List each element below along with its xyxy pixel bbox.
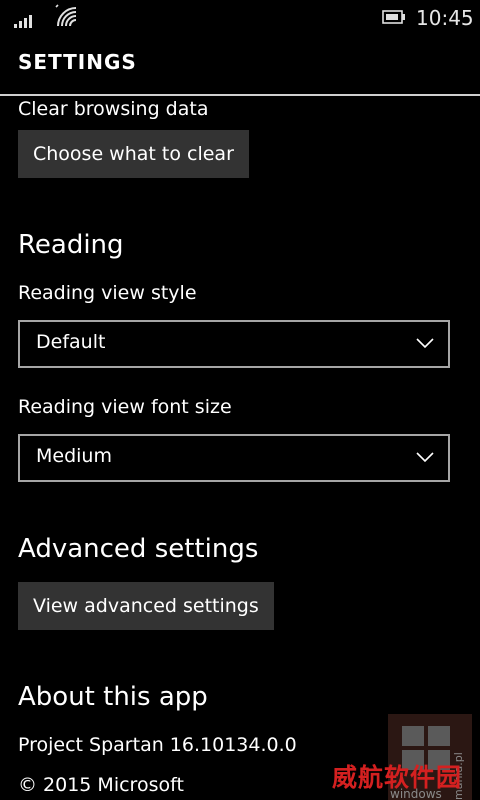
reading-view-style-value: Default [36, 331, 106, 353]
app-version-text: Project Spartan 16.10134.0.0 [18, 734, 297, 756]
choose-what-to-clear-button[interactable]: Choose what to clear [18, 130, 249, 178]
advanced-settings-heading: Advanced settings [18, 534, 259, 564]
status-time: 10:45 [416, 6, 474, 30]
clear-browsing-label: Clear browsing data [18, 98, 209, 120]
reading-view-style-label: Reading view style [18, 282, 197, 304]
battery-icon [382, 10, 405, 24]
status-bar: 10:45 [0, 0, 480, 36]
reading-view-font-size-value: Medium [36, 445, 112, 467]
reading-heading: Reading [18, 230, 124, 260]
chevron-down-icon [416, 338, 434, 349]
signal-bars-icon [14, 15, 32, 28]
watermark-chinese-text: 威航软件园 [332, 763, 463, 792]
settings-scroll-area[interactable]: Clear browsing data Choose what to clear… [0, 98, 480, 800]
chevron-down-icon [416, 452, 434, 463]
about-heading: About this app [18, 682, 208, 712]
reading-view-font-size-label: Reading view font size [18, 396, 232, 418]
wifi-icon [55, 4, 77, 27]
page-title: SETTINGS [18, 50, 137, 74]
reading-view-font-size-dropdown[interactable]: Medium [18, 434, 450, 482]
page-header: SETTINGS [0, 36, 480, 96]
copyright-text: © 2015 Microsoft [18, 774, 184, 796]
reading-view-style-dropdown[interactable]: Default [18, 320, 450, 368]
view-advanced-settings-button[interactable]: View advanced settings [18, 582, 274, 630]
